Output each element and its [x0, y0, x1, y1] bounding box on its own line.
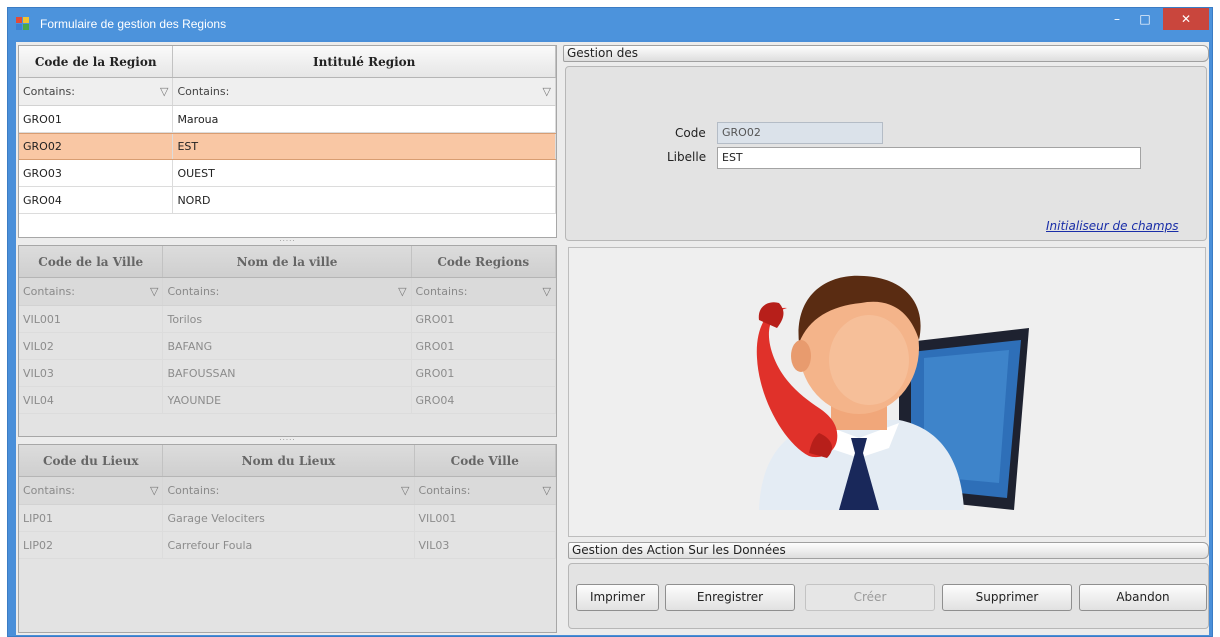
filter-funnel-icon[interactable]: ▽ — [543, 285, 551, 298]
column-header-code-ville[interactable]: Code Ville — [415, 445, 556, 476]
cell-code: GRO02 — [19, 134, 174, 159]
column-header-code-lieux[interactable]: Code du Lieux — [19, 445, 164, 476]
filter-nom-lieux[interactable]: Contains: ▽ — [163, 477, 415, 504]
table-row[interactable]: VIL02 BAFANG GRO01 — [19, 333, 556, 360]
regions-grid-header: Code de la Region Intitulé Region — [19, 46, 556, 78]
cell-nom: Carrefour Foula — [163, 532, 415, 558]
cell-intitule: OUEST — [173, 160, 556, 186]
filter-funnel-icon[interactable]: ▽ — [160, 85, 168, 98]
column-header-code-regions[interactable]: Code Regions — [412, 246, 556, 277]
lieux-grid-header: Code du Lieux Nom du Lieux Code Ville — [19, 445, 556, 477]
gestion-group-header: Gestion des — [563, 45, 1209, 62]
filter-code-ville[interactable]: Contains: ▽ — [19, 278, 164, 305]
actions-group-header: Gestion des Action Sur les Données — [568, 542, 1209, 559]
cell-code: GRO03 — [19, 160, 174, 186]
cell-nom: BAFOUSSAN — [163, 360, 412, 386]
illustration-panel — [568, 247, 1206, 537]
client-area: Code de la Region Intitulé Region Contai… — [16, 42, 1209, 635]
actions-group-panel: Imprimer Enregistrer Créer Supprimer Aba… — [568, 563, 1209, 629]
filter-code-lieux[interactable]: Contains: ▽ — [19, 477, 164, 504]
code-label: Code — [675, 126, 706, 140]
filter-intitule-region[interactable]: Contains: ▽ — [173, 78, 556, 105]
cell-code: VIL001 — [19, 306, 164, 332]
table-row[interactable]: GRO04 NORD — [19, 187, 556, 214]
filter-code-ville[interactable]: Contains: ▽ — [415, 477, 556, 504]
cell-nom: BAFANG — [163, 333, 412, 359]
cell-code-ville: VIL03 — [415, 532, 556, 558]
cell-nom: Garage Velociters — [163, 505, 415, 531]
cell-code: LIP02 — [19, 532, 164, 558]
filter-code-regions[interactable]: Contains: ▽ — [412, 278, 556, 305]
cell-code-region: GRO04 — [412, 387, 556, 413]
cell-code: GRO04 — [19, 187, 174, 213]
regions-grid: Code de la Region Intitulé Region Contai… — [18, 45, 557, 238]
libelle-field[interactable]: EST — [717, 147, 1141, 169]
supprimer-button[interactable]: Supprimer — [942, 584, 1072, 611]
lieux-grid: Code du Lieux Nom du Lieux Code Ville Co… — [18, 444, 557, 633]
lieux-filter-row: Contains: ▽ Contains: ▽ Contains: ▽ — [19, 477, 556, 505]
close-button[interactable]: ✕ — [1163, 8, 1209, 30]
app-icon — [16, 17, 30, 31]
cell-code-region: GRO01 — [412, 360, 556, 386]
column-header-code-region[interactable]: Code de la Region — [19, 46, 174, 77]
cell-code: LIP01 — [19, 505, 164, 531]
filter-funnel-icon[interactable]: ▽ — [543, 484, 551, 497]
window-title: Formulaire de gestion des Regions — [40, 17, 227, 31]
column-header-code-ville[interactable]: Code de la Ville — [19, 246, 164, 277]
table-row[interactable]: GRO01 Maroua — [19, 106, 556, 133]
minimize-button[interactable]: – — [1104, 8, 1130, 30]
gestion-group-panel: Code GRO02 Libelle EST Initialiseur de c… — [565, 66, 1207, 241]
enregistrer-button[interactable]: Enregistrer — [665, 584, 795, 611]
cell-code-region: GRO01 — [412, 333, 556, 359]
table-row[interactable]: GRO03 OUEST — [19, 160, 556, 187]
cell-code: VIL02 — [19, 333, 164, 359]
cell-code: GRO01 — [19, 106, 174, 132]
regions-filter-row: Contains: ▽ Contains: ▽ — [19, 78, 556, 106]
cell-nom: Torilos — [163, 306, 412, 332]
maximize-button[interactable]: □ — [1132, 8, 1158, 30]
cell-code: VIL04 — [19, 387, 164, 413]
column-header-nom-lieux[interactable]: Nom du Lieux — [163, 445, 415, 476]
villes-grid-header: Code de la Ville Nom de la ville Code Re… — [19, 246, 556, 278]
filter-funnel-icon[interactable]: ▽ — [150, 484, 158, 497]
creer-button[interactable]: Créer — [805, 584, 935, 611]
table-row[interactable]: LIP01 Garage Velociters VIL001 — [19, 505, 556, 532]
filter-nom-ville[interactable]: Contains: ▽ — [163, 278, 412, 305]
title-bar[interactable]: Formulaire de gestion des Regions – □ ✕ — [8, 8, 1212, 40]
filter-code-region[interactable]: Contains: ▽ — [19, 78, 174, 105]
code-field[interactable]: GRO02 — [717, 122, 883, 144]
initialiseur-link[interactable]: Initialiseur de champs — [1046, 219, 1178, 233]
cell-intitule: EST — [173, 134, 556, 159]
filter-funnel-icon[interactable]: ▽ — [401, 484, 409, 497]
imprimer-button[interactable]: Imprimer — [576, 584, 659, 611]
table-row[interactable]: VIL03 BAFOUSSAN GRO01 — [19, 360, 556, 387]
filter-funnel-icon[interactable]: ▽ — [543, 85, 551, 98]
cell-code: VIL03 — [19, 360, 164, 386]
table-row[interactable]: VIL001 Torilos GRO01 — [19, 306, 556, 333]
call-center-operator-icon — [756, 275, 1029, 510]
main-window: Formulaire de gestion des Regions – □ ✕ … — [7, 7, 1213, 637]
column-header-nom-ville[interactable]: Nom de la ville — [163, 246, 412, 277]
filter-funnel-icon[interactable]: ▽ — [398, 285, 406, 298]
villes-filter-row: Contains: ▽ Contains: ▽ Contains: ▽ — [19, 278, 556, 306]
column-header-intitule-region[interactable]: Intitulé Region — [173, 46, 556, 77]
cell-code-ville: VIL001 — [415, 505, 556, 531]
filter-funnel-icon[interactable]: ▽ — [150, 285, 158, 298]
table-row-selected[interactable]: GRO02 EST — [19, 133, 556, 160]
cell-code-region: GRO01 — [412, 306, 556, 332]
cell-nom: YAOUNDE — [163, 387, 412, 413]
table-row[interactable]: VIL04 YAOUNDE GRO04 — [19, 387, 556, 414]
table-row[interactable]: LIP02 Carrefour Foula VIL03 — [19, 532, 556, 559]
cell-intitule: NORD — [173, 187, 556, 213]
cell-intitule: Maroua — [173, 106, 556, 132]
villes-grid: Code de la Ville Nom de la ville Code Re… — [18, 245, 557, 437]
libelle-label: Libelle — [667, 150, 707, 164]
abandon-button[interactable]: Abandon — [1079, 584, 1207, 611]
